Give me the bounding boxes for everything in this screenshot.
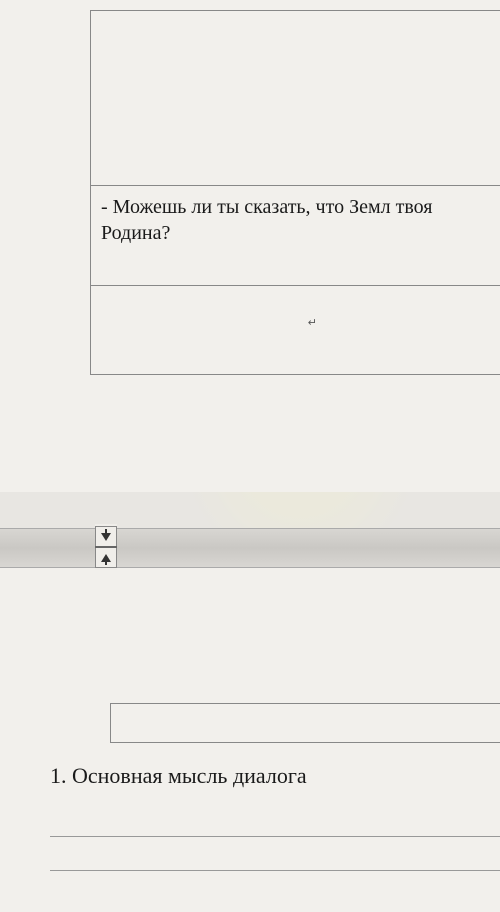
arrow-down-icon [95,526,117,546]
section-heading: 1. Основная мысль диалога [50,763,500,789]
table-row[interactable]: - Можешь ли ты сказать, что Земл твоя Ро… [90,185,500,285]
answer-line[interactable] [50,807,500,837]
page-top: - Можешь ли ты сказать, что Земл твоя Ро… [0,0,500,492]
collapse-pages-icon[interactable] [95,524,117,570]
empty-box[interactable] [110,703,500,743]
table: - Можешь ли ты сказать, что Земл твоя Ро… [90,10,500,375]
arrow-up-icon [95,548,117,568]
question-text: - Можешь ли ты сказать, что Земл твоя Ро… [101,196,432,244]
answer-line[interactable] [50,841,500,871]
paragraph-mark-icon: ↵ [308,316,317,329]
table-row[interactable]: ↵ [90,285,500,375]
page-bottom: 1. Основная мысль диалога [0,568,500,912]
table-row[interactable] [90,10,500,185]
page-break-gap [0,528,500,568]
heading-text: 1. Основная мысль диалога [50,763,307,788]
